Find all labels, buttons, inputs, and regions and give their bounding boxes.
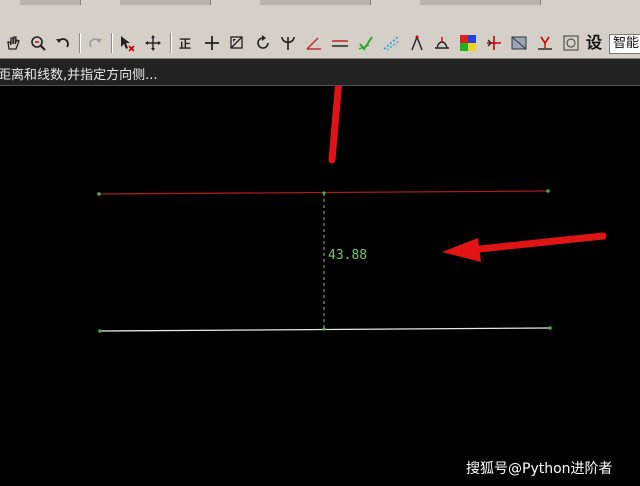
dimension-value: 43.88 — [328, 248, 368, 263]
red-arrow-up — [328, 86, 342, 164]
trim-icon[interactable] — [534, 32, 556, 54]
endpoint-node[interactable] — [97, 192, 101, 196]
command-prompt-bar: 距离和线数,并指定方向侧... — [0, 59, 640, 86]
angle-icon[interactable] — [303, 32, 325, 54]
undo-icon[interactable] — [52, 32, 74, 54]
pan-hand-icon[interactable] — [2, 32, 24, 54]
endpoint-node[interactable] — [98, 329, 102, 333]
menu-tab[interactable] — [260, 0, 371, 5]
box-icon[interactable] — [508, 32, 530, 54]
rotate-icon[interactable] — [252, 32, 274, 54]
drawing-canvas[interactable] — [0, 86, 640, 486]
svg-text:正: 正 — [179, 37, 191, 51]
settings-button[interactable]: 设 — [586, 33, 606, 53]
profile-icon[interactable] — [431, 32, 453, 54]
command-prompt-text: 距离和线数,并指定方向侧... — [0, 68, 158, 83]
endpoint-node[interactable] — [548, 326, 552, 330]
parallel-lines-icon[interactable] — [329, 32, 351, 54]
midpoint-node[interactable] — [322, 191, 326, 195]
zoom-icon[interactable] — [27, 32, 49, 54]
menu-tab[interactable] — [420, 0, 541, 5]
select-delete-icon[interactable] — [116, 32, 138, 54]
mode-combo[interactable]: 智能 — [609, 34, 640, 54]
orthogonal-icon[interactable]: 正 — [175, 32, 197, 54]
watermark: 搜狐号@Python进阶者 — [466, 461, 613, 477]
toolbar: 正 设 智能 — [0, 28, 640, 59]
midpoint-node[interactable] — [322, 327, 326, 331]
menu-strip — [0, 0, 640, 28]
compass-icon[interactable] — [406, 32, 428, 54]
endpoint-node[interactable] — [546, 189, 550, 193]
red-arrow-left — [442, 232, 607, 262]
move-icon[interactable] — [142, 32, 164, 54]
dashed-curve-icon[interactable] — [380, 32, 402, 54]
scale-icon[interactable] — [226, 32, 248, 54]
menu-tab[interactable] — [120, 0, 211, 5]
settings-frame-icon[interactable] — [560, 32, 582, 54]
color-palette-icon[interactable] — [457, 32, 479, 54]
cross-icon[interactable] — [201, 32, 223, 54]
menu-tab[interactable] — [20, 0, 81, 5]
redo-icon[interactable] — [84, 32, 106, 54]
trident-icon[interactable] — [277, 32, 299, 54]
extend-icon[interactable] — [483, 32, 505, 54]
green-check-icon[interactable] — [355, 32, 377, 54]
